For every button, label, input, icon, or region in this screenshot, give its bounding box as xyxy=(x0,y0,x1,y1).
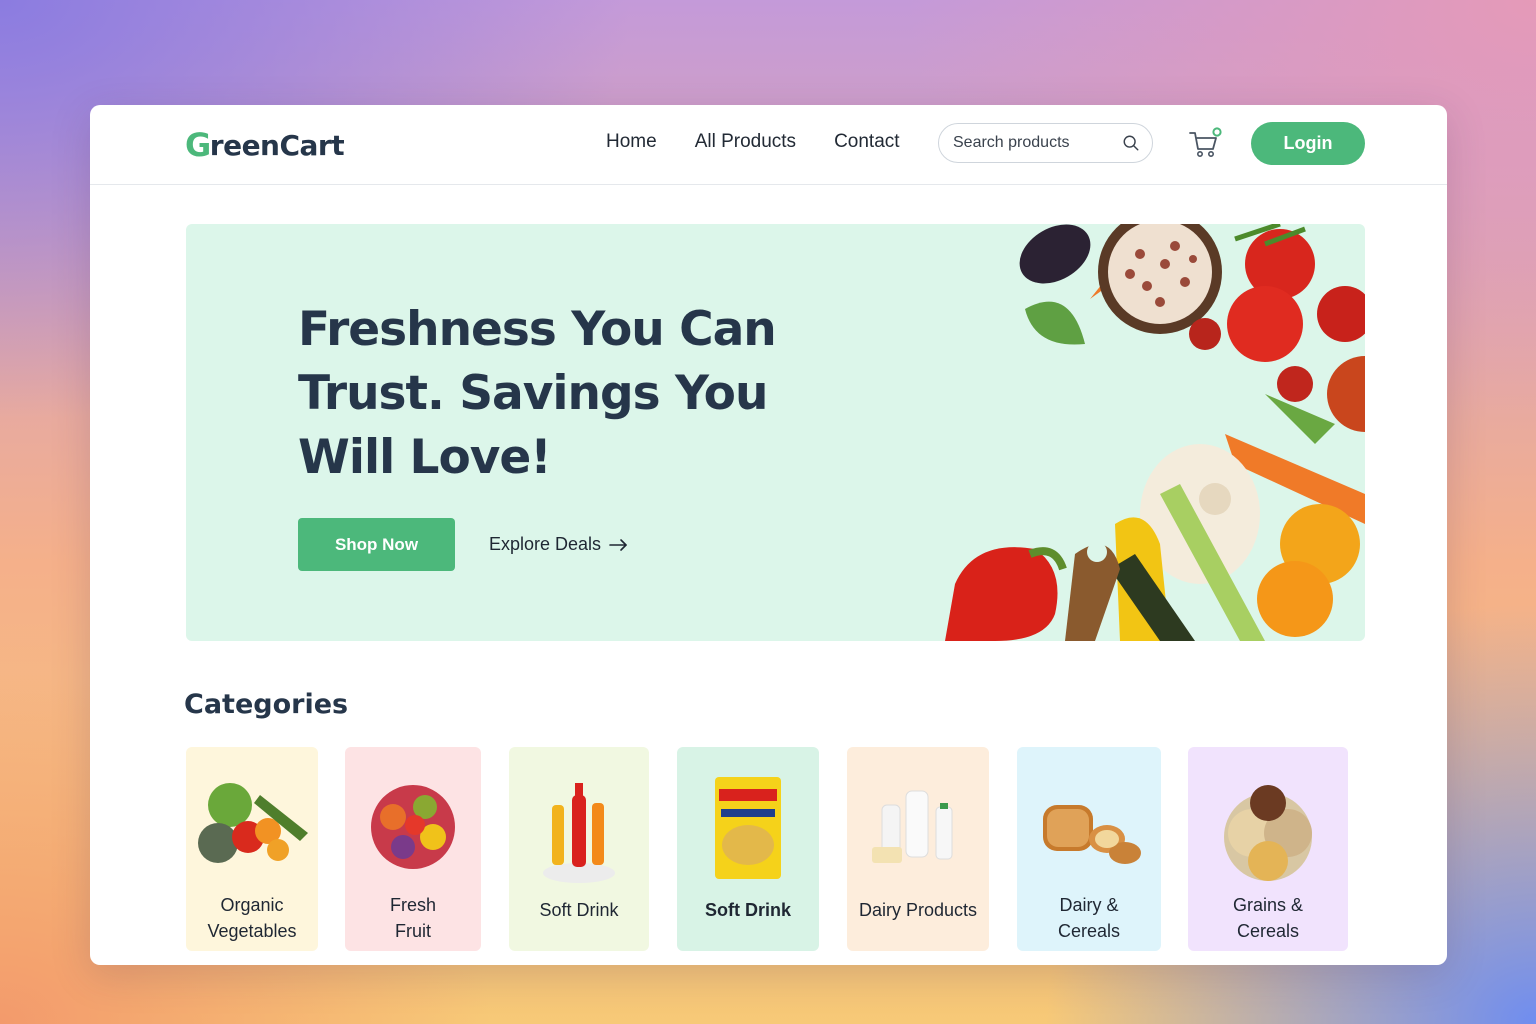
bread-icon xyxy=(1043,805,1141,864)
category-organic-vegetables[interactable]: Organic Vegetables xyxy=(186,747,318,951)
category-soft-drink[interactable]: Soft Drink xyxy=(509,747,649,951)
category-label-text: Fresh Fruit xyxy=(389,895,436,941)
category-label: Dairy & Cereals xyxy=(1017,892,1161,944)
login-button[interactable]: Login xyxy=(1251,122,1365,165)
logo[interactable]: GreenCart xyxy=(185,125,345,165)
category-label-text: Organic Vegetables xyxy=(207,895,297,941)
category-dairy-cereals[interactable]: Dairy & Cereals xyxy=(1017,747,1161,951)
category-label-text: Grains & Cereals xyxy=(1232,895,1304,941)
category-label: Organic Vegetables xyxy=(186,892,318,944)
category-label: Dairy Products xyxy=(858,900,978,920)
category-label: Grains & Cereals xyxy=(1188,892,1348,944)
search-icon[interactable] xyxy=(1122,134,1140,152)
category-fresh-fruit[interactable]: Fresh Fruit xyxy=(345,747,481,951)
nav-all-products[interactable]: All Products xyxy=(695,131,796,153)
noodles-pack-icon xyxy=(715,777,781,879)
category-label: Soft Drink xyxy=(539,900,619,920)
nav-contact[interactable]: Contact xyxy=(834,131,899,153)
explore-deals-link[interactable]: Explore Deals xyxy=(489,534,629,555)
cart-icon[interactable] xyxy=(1188,127,1224,161)
arrow-right-icon xyxy=(609,538,627,551)
hero-banner: Freshness You Can Trust. Savings You Wil… xyxy=(186,224,1365,641)
category-dairy-products[interactable]: Dairy Products xyxy=(847,747,989,951)
shop-now-button[interactable]: Shop Now xyxy=(298,518,455,571)
categories-title: Categories xyxy=(184,689,349,720)
explore-deals-label: Explore Deals xyxy=(489,534,602,554)
grains-icon xyxy=(1224,785,1312,881)
category-soft-drink-2[interactable]: Soft Drink xyxy=(677,747,819,951)
logo-text: reenCart xyxy=(209,128,345,162)
nav-home[interactable]: Home xyxy=(606,131,657,153)
categories-list: Organic Vegetables Fresh Fruit Soft Drin… xyxy=(186,747,1366,957)
logo-mark: G xyxy=(185,126,211,164)
fruit-icon xyxy=(371,785,455,869)
app-window: GreenCart Home All Products Contact Logi… xyxy=(90,105,1447,965)
category-label: Soft Drink xyxy=(704,900,791,920)
category-grains-cereals[interactable]: Grains & Cereals xyxy=(1188,747,1348,951)
search-box xyxy=(938,123,1153,163)
vegetables-image xyxy=(945,224,1365,641)
header: GreenCart Home All Products Contact Logi… xyxy=(90,105,1447,185)
hero-title: Freshness You Can Trust. Savings You Wil… xyxy=(298,302,777,485)
search-input[interactable] xyxy=(953,134,1113,152)
main-nav: Home All Products Contact xyxy=(606,131,900,153)
vegetables-icon xyxy=(198,783,308,863)
category-label: Fresh Fruit xyxy=(345,892,481,944)
dairy-icon xyxy=(872,790,953,863)
category-label-text: Dairy & Cereals xyxy=(1057,895,1121,941)
soft-drink-icon xyxy=(543,783,615,883)
